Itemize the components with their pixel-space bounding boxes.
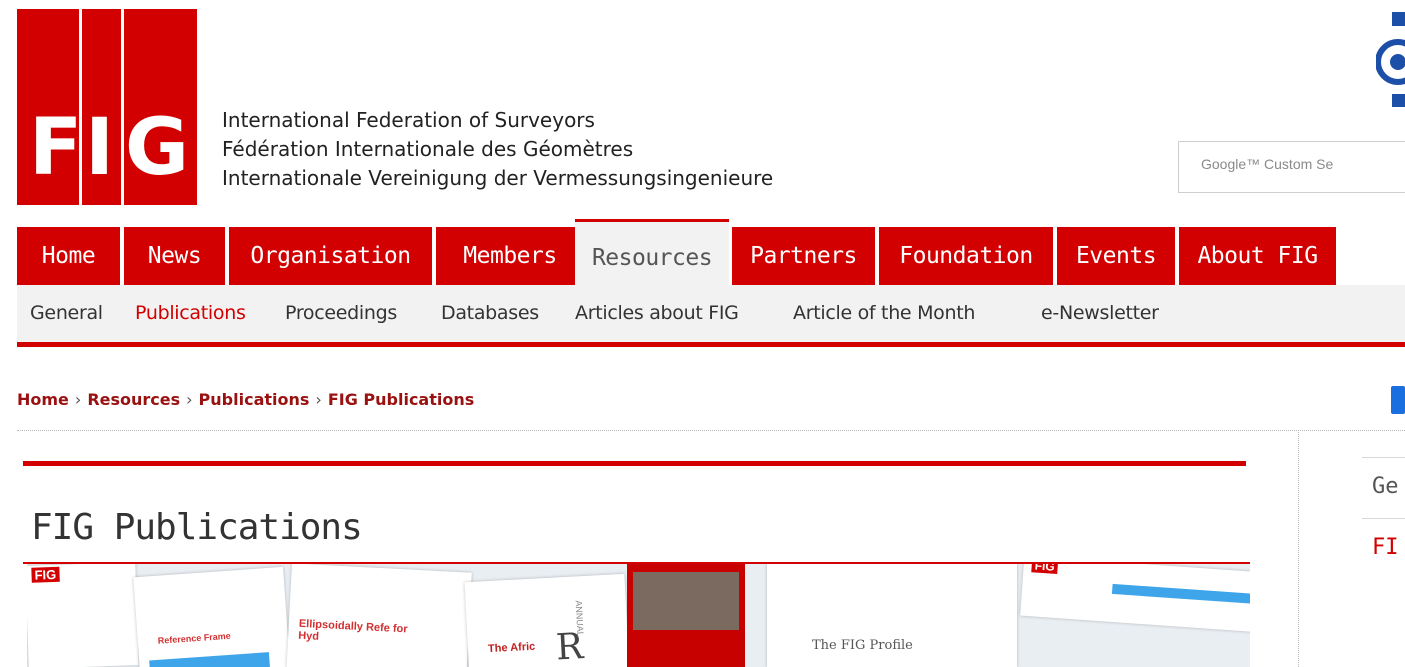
publication-cover: Ellipsoidally Refe for Hyd [286,564,472,667]
search-placeholder: Google™ Custom Se [1201,156,1334,172]
org-name-french: Fédération Internationale des Géomètres [222,137,634,161]
cover-title: The FIG Profile [812,638,913,653]
breadcrumb: Home › Resources › Publications › FIG Publicat… [17,390,474,409]
subnav-item-article-of-the-month[interactable]: Article of the Month [793,302,975,324]
subnav-item-databases[interactable]: Databases [441,302,539,324]
breadcrumb-resources[interactable]: Resources [87,390,180,409]
page-title: FIG Publications [31,507,363,548]
nav-tab-home[interactable]: Home [17,227,120,285]
nav-tab-events[interactable]: Events [1057,227,1175,285]
breadcrumb-home[interactable]: Home [17,390,69,409]
cover-annual-label: ANNUAL [573,600,586,638]
publication-cover-photo [627,564,745,667]
fig-logo[interactable]: F I G [17,9,197,205]
breadcrumb-fig-publications[interactable]: FIG Publications [328,390,474,409]
nav-tab-news[interactable]: News [124,227,225,285]
logo-letter-g: G [125,103,190,193]
subnav-item-articles-about-fig[interactable]: Articles about FIG [575,302,739,324]
breadcrumb-separator: › [186,390,193,409]
divider [17,430,1405,431]
subnav-item-publications[interactable]: Publications [135,302,246,324]
subnav-item-general[interactable]: General [30,302,103,324]
cover-fig-badge: FIG [31,566,60,583]
subnav-item-proceedings[interactable]: Proceedings [285,302,397,324]
breadcrumb-separator: › [315,390,322,409]
cover-title: Reference Frame [157,630,232,646]
side-menu-item-general[interactable]: Ge [1372,474,1399,499]
logo-letter-f: F [29,103,83,193]
partner-emblem-icon[interactable] [1376,12,1405,107]
search-input[interactable]: Google™ Custom Se [1178,141,1405,193]
side-menu-divider [1362,518,1405,519]
logo-divider [121,9,124,205]
nav-tab-about-fig[interactable]: About FIG [1179,227,1336,285]
breadcrumb-separator: › [74,390,82,409]
logo-letter-i: I [85,103,115,193]
side-menu-item-fig-publications[interactable]: FI [1372,535,1399,560]
nav-tab-members[interactable]: Members [436,227,584,285]
nav-tab-partners[interactable]: Partners [732,227,875,285]
cover-title: The Afric [487,640,536,656]
publication-cover: Reference Frame [133,566,291,667]
subnav-item-e-newsletter[interactable]: e-Newsletter [1041,302,1159,324]
nav-tab-organisation[interactable]: Organisation [229,227,432,285]
publications-collage-image[interactable]: FIG Reference Frame Ellipsoidally Refe f… [27,564,1250,667]
sub-navigation: General Publications Proceedings Databas… [17,285,1405,347]
org-name-german: Internationale Vereinigung der Vermessun… [222,166,774,190]
cover-fig-badge: FIG [1031,564,1059,575]
publication-cover: FIG [27,564,139,667]
side-menu-divider [1362,457,1405,458]
publication-cover: The FIG Profile [767,564,1017,667]
column-divider [1298,432,1299,667]
publication-cover: The Afric R ANNUAL [464,573,630,667]
cover-title: Ellipsoidally Refe for Hyd [297,617,408,643]
nav-tab-resources[interactable]: Resources [575,219,729,285]
org-name-english: International Federation of Surveyors [222,108,595,132]
breadcrumb-publications[interactable]: Publications [199,390,310,409]
publication-cover: FIG [1020,564,1250,633]
nav-tab-foundation[interactable]: Foundation [879,227,1053,285]
organisation-names: International Federation of Surveyors Fé… [222,106,773,193]
content-header-bar [23,461,1246,466]
share-button[interactable] [1391,386,1405,414]
